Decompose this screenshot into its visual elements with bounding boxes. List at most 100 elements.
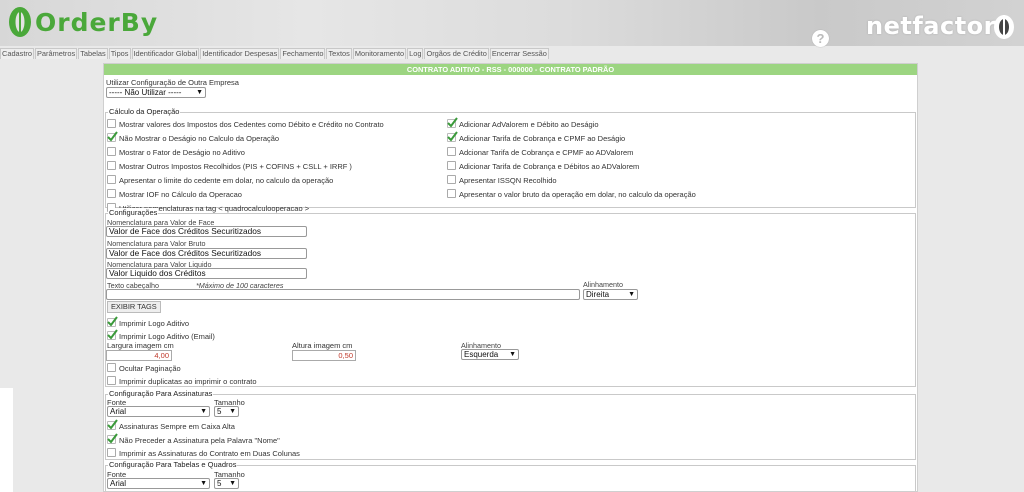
chevron-down-icon: ▼ [196,89,203,96]
cb-imprimir-duplicatas[interactable] [107,376,116,385]
menu-encerrar-sessao[interactable]: Encerrar Sessão [489,48,549,59]
cb-ocultar-paginacao-label: Ocultar Paginação [119,364,181,373]
cb-nao-preceder-label: Não Preceder a Assinatura pela Palavra "… [119,436,280,445]
largura-label: Largura imagem cm [107,341,174,350]
cb-imprimir-logo-email[interactable] [107,329,118,340]
cb-mostrar-iof[interactable] [107,189,116,198]
nom-bruto-label: Nomenclatura para Valor Bruto [107,239,206,248]
cb-impostos-cedentes[interactable] [107,119,116,128]
cb-tarifa-debitos-advalorem-label: Adicionar Tarifa de Cobrança e Débitos a… [459,162,640,171]
menu-log[interactable]: Log [407,48,424,59]
chevron-down-icon: ▼ [200,408,207,415]
alinhamento-imagem-select[interactable]: Esquerda ▼ [461,349,519,360]
cb-mostrar-iof-label: Mostrar IOF no Cálculo da Operacao [119,190,242,199]
cb-fator-desagio-label: Mostrar o Fator de Deságio no Aditivo [119,148,245,157]
cb-nao-preceder[interactable] [107,433,118,444]
cb-issqn-label: Apresentar ISSQN Recolhido [459,176,557,185]
cb-limite-dolar-label: Apresentar o limite do cedente em dolar,… [119,176,334,185]
assinaturas-tamanho-value: 5 [217,407,222,416]
alinhamento-label: Alinhamento [583,280,623,289]
exibir-tags-button[interactable]: EXIBIR TAGS [107,301,161,313]
cb-outros-impostos-label: Mostrar Outros Impostos Recolhidos (PIS … [119,162,352,171]
tabelas-legend: Configuração Para Tabelas e Quadros [108,460,238,469]
tabelas-fonte-select[interactable]: Arial ▼ [107,478,210,489]
nom-face-input[interactable]: Valor de Face dos Créditos Securitizados [106,226,307,237]
altura-input[interactable]: 0,50 [292,350,356,361]
check-icon [107,419,118,430]
cb-tarifa-cpmf-desagio-label: Adicionar Tarifa de Cobrança e CPMF ao D… [459,134,626,143]
menu-textos[interactable]: Textos [326,48,352,59]
outra-empresa-label: Utilizar Configuração de Outra Empresa [106,78,239,87]
cb-nao-mostrar-desagio[interactable] [107,131,118,142]
cb-imprimir-logo[interactable] [107,316,118,327]
menu-cadastro[interactable]: Cadastro [0,48,34,59]
cb-advalorem-debito-label: Adicionar AdValorem e Débito ao Deságio [459,120,599,129]
menu-tabelas[interactable]: Tabelas [78,48,108,59]
contract-form-panel: CONTRATO ADITIVO - RSS - 000000 - CONTRA… [103,63,918,492]
chevron-down-icon: ▼ [229,408,236,415]
help-icon[interactable]: ? [812,30,829,47]
menu-monitoramento[interactable]: Monitoramento [352,48,407,59]
assinaturas-fonte-select[interactable]: Arial ▼ [107,406,210,417]
check-icon [107,329,118,340]
menu-tipos[interactable]: Tipos [108,48,131,59]
cb-limite-dolar[interactable] [107,175,116,184]
alinhamento-value: Direita [586,290,610,299]
check-icon [107,316,118,327]
cb-tarifa-debitos-advalorem[interactable] [447,161,456,170]
cb-issqn[interactable] [447,175,456,184]
cb-caixa-alta[interactable] [107,419,118,430]
chevron-down-icon: ▼ [229,480,236,487]
chevron-down-icon: ▼ [628,291,635,298]
main-menu: Cadastro Parâmetros Tabelas Tipos Identi… [0,48,550,59]
altura-label: Altura imagem cm [292,341,353,350]
texto-cabecalho-input[interactable] [106,289,580,300]
page-title: CONTRATO ADITIVO - RSS - 000000 - CONTRA… [104,64,917,75]
assinaturas-tamanho-select[interactable]: 5 ▼ [214,406,239,417]
menu-identificador-despesas[interactable]: Identificador Despesas [200,48,280,59]
menu-fechamento[interactable]: Fechamento [280,48,326,59]
cb-valor-bruto-dolar[interactable] [447,189,456,198]
nom-liquido-input[interactable]: Valor Liquido dos Créditos [106,268,307,279]
nom-bruto-input[interactable]: Valor de Face dos Créditos Securitizados [106,248,307,259]
cb-advalorem-debito[interactable] [447,117,458,128]
menu-parametros[interactable]: Parâmetros [35,48,78,59]
configuracoes-section: Configurações [105,208,916,387]
netfactor-brand: netfactor [866,12,996,40]
tabelas-fonte-value: Arial [110,479,127,488]
cb-fator-desagio[interactable] [107,147,116,156]
alinhamento-imagem-value: Esquerda [464,350,499,359]
cb-impostos-cedentes-label: Mostrar valores dos Impostos dos Cedente… [119,120,384,129]
cb-tarifa-cpmf-advalorem-label: Adcionar Tarifa de Cobrança e CPMF ao AD… [459,148,634,157]
check-icon [107,433,118,444]
cb-tarifa-cpmf-desagio[interactable] [447,131,458,142]
orderby-leaf-icon [9,7,31,37]
cb-imprimir-logo-label: Imprimir Logo Aditivo [119,319,190,328]
alinhamento-select[interactable]: Direita ▼ [583,289,638,300]
menu-identificador-global[interactable]: Identificador Global [131,48,200,59]
left-blank-strip [0,388,13,492]
calculo-legend: Cálculo da Operação [108,107,181,116]
check-icon [447,131,458,142]
assinaturas-fonte-value: Arial [110,407,127,416]
cb-valor-bruto-dolar-label: Apresentar o valor bruto da operação em … [459,190,696,199]
cb-tarifa-cpmf-advalorem[interactable] [447,147,456,156]
cb-duas-colunas[interactable] [107,448,116,457]
tabelas-tamanho-select[interactable]: 5 ▼ [214,478,239,489]
logo-text: OrderBy [35,7,159,37]
cb-imprimir-duplicatas-label: Imprimir duplicatas ao imprimir o contra… [119,377,257,386]
netfactor-mark-icon [994,15,1014,39]
cb-ocultar-paginacao[interactable] [107,363,116,372]
outra-empresa-select[interactable]: ----- Não Utilizar ----- ▼ [106,87,206,98]
largura-input[interactable]: 4,00 [106,350,172,361]
cb-outros-impostos[interactable] [107,161,116,170]
check-icon [447,117,458,128]
assinaturas-legend: Configuração Para Assinaturas [108,389,214,398]
menu-orgaos-credito[interactable]: Orgãos de Crédito [424,48,489,59]
tabelas-tamanho-value: 5 [217,479,222,488]
chevron-down-icon: ▼ [200,480,207,487]
cb-nao-mostrar-desagio-label: Não Mostrar o Deságio no Calculo da Oper… [119,134,280,143]
cb-caixa-alta-label: Assinaturas Sempre em Caixa Alta [119,422,235,431]
orderby-logo: OrderBy [8,4,158,40]
cb-imprimir-logo-email-label: Imprimir Logo Aditivo (Email) [119,332,215,341]
